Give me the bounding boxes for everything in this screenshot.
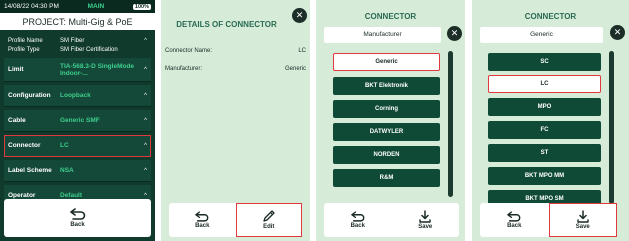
chevron-up-icon: ^ [144, 66, 147, 73]
connector-details-screen: DETAILS OF CONNECTOR ✕ Connector Name: L… [161, 0, 310, 241]
profile-name-key: Profile Name [8, 38, 43, 44]
chevron-up-icon: ^ [144, 117, 147, 124]
profile-type-key: Profile Type [8, 47, 40, 53]
back-label: Back [507, 223, 522, 229]
list-item[interactable]: SC [488, 53, 601, 71]
back-label: Back [350, 223, 365, 229]
detail-key: Connector Name: [165, 48, 213, 54]
setting-key: Operator [8, 192, 36, 199]
save-button[interactable]: Save [548, 203, 617, 237]
bottom-bar: Back Save [480, 203, 617, 237]
project-title: PROJECT: Multi-Gig & PoE [0, 13, 155, 30]
setting-cable[interactable]: Cable Generic SMF ^ [4, 110, 151, 132]
settings-list: Limit TIA-568.3-D SingleMode Indoor-... … [0, 58, 155, 207]
list-item[interactable]: LC [488, 75, 601, 93]
profile-name-row: Profile Name SM Fiber ^ [8, 37, 147, 46]
edit-label: Edit [263, 224, 275, 230]
list-item[interactable]: FC [488, 121, 601, 139]
scrollbar[interactable] [448, 51, 453, 197]
list-item[interactable]: MPO [488, 98, 601, 116]
profile-type-row: Profile Type SM Fiber Certification [8, 46, 147, 55]
list-item[interactable]: Corning [333, 100, 440, 118]
save-button[interactable]: Save [392, 203, 460, 237]
save-label: Save [575, 224, 590, 230]
back-button[interactable]: Back [324, 203, 392, 237]
list-subheader: Manufacturer [324, 27, 441, 43]
panel-title: CONNECTOR [364, 12, 417, 21]
setting-value: LC [60, 142, 69, 149]
download-icon [418, 210, 432, 223]
setting-value: TIA-568.3-D SingleMode Indoor-... [60, 62, 135, 77]
chevron-up-icon: ^ [144, 142, 147, 149]
list-item[interactable]: DATWYLER [333, 123, 440, 141]
list-subheader: Generic [480, 27, 603, 43]
list-item[interactable]: BKT MPO MM [488, 167, 601, 185]
list-item[interactable]: ST [488, 144, 601, 162]
setting-key: Connector [8, 142, 41, 149]
back-button[interactable]: Back [169, 203, 236, 237]
back-arrow-icon [507, 211, 521, 222]
battery-indicator: 100% [132, 3, 151, 10]
setting-label-scheme[interactable]: Label Scheme NSA ^ [4, 160, 151, 182]
panel-title: DETAILS OF CONNECTOR [176, 20, 277, 29]
setting-value: Loopback [60, 92, 91, 99]
profile-block[interactable]: Profile Name SM Fiber ^ Profile Type SM … [4, 34, 151, 58]
list-item[interactable]: BKT Elektronik [333, 77, 440, 95]
detail-manufacturer: Manufacturer: Generic [161, 66, 310, 72]
setting-value: NSA [60, 167, 74, 174]
status-mode: MAIN [87, 3, 105, 10]
profile-type-value: SM Fiber Certification [60, 47, 118, 53]
detail-value: LC [298, 48, 306, 54]
setting-limit[interactable]: Limit TIA-568.3-D SingleMode Indoor-... … [4, 58, 151, 82]
close-icon[interactable]: ✕ [292, 8, 307, 23]
setting-key: Label Scheme [8, 167, 52, 174]
close-icon[interactable]: ✕ [447, 26, 462, 41]
chevron-up-icon: ^ [144, 167, 147, 174]
screens-container: 14/08/22 04:30 PM MAIN 100% PROJECT: Mul… [0, 0, 629, 241]
back-button[interactable]: Back [480, 203, 549, 237]
back-label: Back [195, 223, 210, 229]
chevron-up-icon: ^ [144, 192, 147, 199]
back-button[interactable]: Back [4, 199, 151, 237]
list-item[interactable]: NORDEN [333, 146, 440, 164]
back-arrow-icon [195, 211, 209, 222]
list-item[interactable]: Generic [333, 53, 440, 71]
pencil-icon [262, 210, 276, 223]
bottom-bar: Back Save [324, 203, 459, 237]
chevron-up-icon: ^ [144, 38, 147, 44]
scrollbar[interactable] [609, 51, 614, 204]
project-settings-screen: 14/08/22 04:30 PM MAIN 100% PROJECT: Mul… [0, 0, 155, 241]
details-list: Connector Name: LC Manufacturer: Generic [161, 44, 310, 72]
detail-value: Generic [284, 66, 306, 72]
close-icon[interactable]: ✕ [610, 25, 625, 40]
save-label: Save [418, 224, 433, 230]
bottom-bar: Back Edit [169, 203, 302, 237]
list-item[interactable]: R&M [333, 169, 440, 187]
back-arrow-icon [350, 211, 365, 222]
status-bar: 14/08/22 04:30 PM MAIN 100% [0, 0, 155, 13]
setting-connector[interactable]: Connector LC ^ [4, 135, 151, 157]
manufacturer-select-screen: CONNECTOR Manufacturer ✕ Generic BKT Ele… [316, 0, 465, 241]
detail-key: Manufacturer: [165, 66, 203, 72]
download-icon [576, 210, 590, 223]
profile-name-value: SM Fiber [60, 38, 85, 44]
status-time: 14/08/22 04:30 PM [4, 3, 59, 10]
chevron-up-icon: ^ [144, 92, 147, 99]
back-arrow-icon [69, 208, 86, 220]
edit-button[interactable]: Edit [235, 203, 302, 237]
setting-key: Limit [8, 66, 24, 73]
setting-value: Generic SMF [60, 117, 100, 124]
connector-type-select-screen: CONNECTOR Generic ✕ SC LC MPO FC ST BKT … [472, 0, 629, 241]
setting-key: Cable [8, 117, 26, 124]
detail-connector-name: Connector Name: LC [161, 48, 310, 54]
panel-title: CONNECTOR [524, 12, 577, 21]
back-label: Back [70, 222, 85, 228]
setting-configuration[interactable]: Configuration Loopback ^ [4, 85, 151, 107]
setting-key: Configuration [8, 92, 51, 99]
setting-value: Default [60, 192, 83, 199]
